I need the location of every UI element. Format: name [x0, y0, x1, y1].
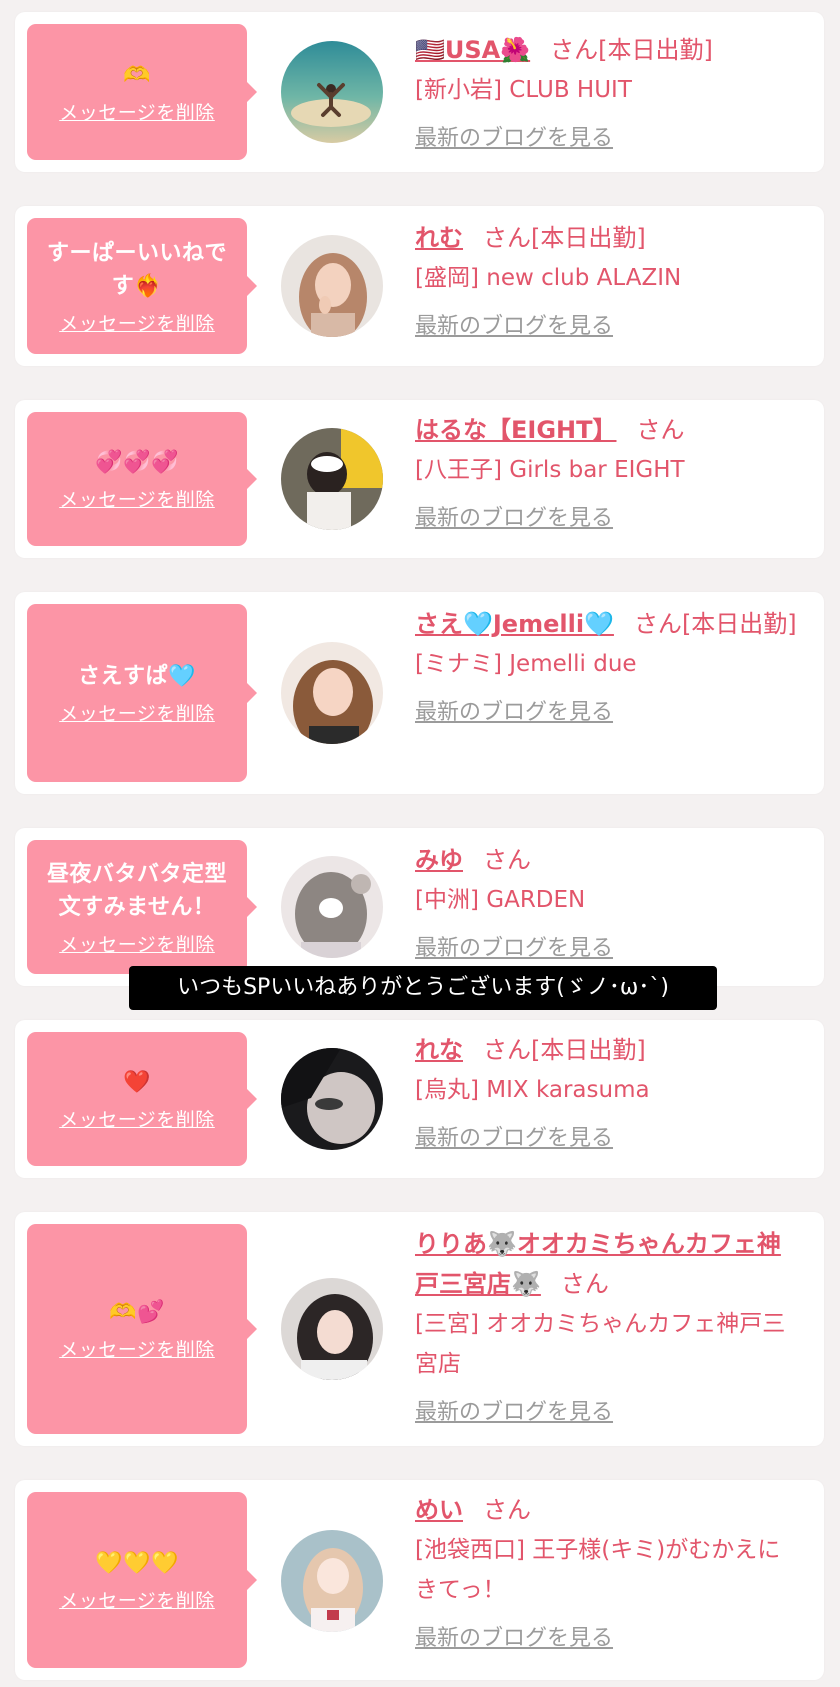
san-label: さん [483, 1036, 531, 1064]
shop-label: [烏丸] MIX karasuma [415, 1077, 650, 1103]
message-text: 🫶 [123, 63, 151, 88]
message-text: 💞💞💞 [95, 450, 179, 475]
user-name-link[interactable]: めい [415, 1496, 463, 1524]
shop-label: [新小岩] CLUB HUIT [415, 77, 632, 103]
caption-overlay: いつもSPいいねありがとうございます(ゞノ･ω･`) [129, 966, 717, 1010]
blog-link[interactable]: 最新のブログを見る [415, 694, 613, 726]
message-bubble: 昼夜バタバタ定型文すみません！ メッセージを削除 [27, 840, 257, 974]
delete-message-link[interactable]: メッセージを削除 [59, 485, 215, 512]
user-name-link[interactable]: はるな【EIGHT】 [415, 416, 616, 444]
status-label: [本日出勤] [531, 1036, 646, 1064]
user-info: 🇺🇸USA🌺 さん[本日出勤] [新小岩] CLUB HUIT 最新のブログを見る [415, 30, 800, 152]
avatar[interactable] [281, 428, 383, 530]
list-item: 💞💞💞 メッセージを削除 はるな【EIGHT】 さん [八王子] Girls ba… [15, 400, 824, 558]
avatar[interactable] [281, 642, 383, 744]
san-label: さん [550, 36, 599, 64]
avatar[interactable] [281, 1530, 383, 1632]
delete-message-link[interactable]: メッセージを削除 [59, 98, 215, 125]
status-label: [本日出勤] [598, 36, 713, 64]
message-bubble: 💞💞💞 メッセージを削除 [27, 412, 257, 546]
shop-label: [八王子] Girls bar EIGHT [415, 457, 685, 483]
message-text: さえすぱ🩵 [78, 664, 196, 689]
message-text: ❤️ [123, 1070, 151, 1095]
user-info: みゆ さん [中洲] GARDEN 最新のブログを見る [415, 840, 800, 962]
message-bubble: 🫶 メッセージを削除 [27, 24, 257, 160]
avatar[interactable] [281, 235, 383, 337]
list-item: 🫶💕 メッセージを削除 りりあ🐺オオカミちゃんカフェ神戸三宮店🐺 さん [三宮] … [15, 1212, 824, 1446]
shop-label: [中洲] GARDEN [415, 887, 586, 913]
san-label: さん [483, 224, 531, 252]
message-text: すーぱーいいねです❤️‍🔥 [46, 240, 227, 299]
message-bubble: 💛💛💛 メッセージを削除 [27, 1492, 257, 1668]
list-item: 昼夜バタバタ定型文すみません！ メッセージを削除 みゆ さん [中洲] GARDE… [15, 828, 824, 986]
avatar[interactable] [281, 41, 383, 143]
avatar[interactable] [281, 856, 383, 958]
delete-message-link[interactable]: メッセージを削除 [59, 309, 215, 336]
user-info: りりあ🐺オオカミちゃんカフェ神戸三宮店🐺 さん [三宮] オオカミちゃんカフェ神戸… [415, 1224, 800, 1426]
user-name-link[interactable]: さえ🩵Jemelli🩵 [415, 610, 614, 638]
delete-message-link[interactable]: メッセージを削除 [59, 1105, 215, 1132]
status-label: [本日出勤] [681, 610, 797, 638]
avatar[interactable] [281, 1278, 383, 1380]
user-info: れな さん[本日出勤] [烏丸] MIX karasuma 最新のブログを見る [415, 1030, 800, 1152]
message-bubble: ❤️ メッセージを削除 [27, 1032, 257, 1166]
user-name-link[interactable]: れな [415, 1036, 463, 1064]
delete-message-link[interactable]: メッセージを削除 [59, 930, 215, 957]
list-item: 🫶 メッセージを削除 🇺🇸USA🌺 さん[本日出勤] [新小岩] CLUB HU… [15, 12, 824, 172]
blog-link[interactable]: 最新のブログを見る [415, 500, 613, 532]
list-item: 💛💛💛 メッセージを削除 めい さん [池袋西口] 王子様(キミ)がむかえにきてっ… [15, 1480, 824, 1680]
blog-link[interactable]: 最新のブログを見る [415, 308, 613, 340]
delete-message-link[interactable]: メッセージを削除 [59, 1335, 215, 1362]
user-name-link[interactable]: れむ [415, 224, 463, 252]
user-info: めい さん [池袋西口] 王子様(キミ)がむかえにきてっ！ 最新のブログを見る [415, 1490, 800, 1652]
shop-label: [盛岡] new club ALAZIN [415, 265, 682, 291]
san-label: さん [560, 1270, 609, 1298]
san-label: さん [483, 846, 531, 874]
user-info: れむ さん[本日出勤] [盛岡] new club ALAZIN 最新のブログを見… [415, 218, 800, 340]
list-item: すーぱーいいねです❤️‍🔥 メッセージを削除 れむ さん[本日出勤] [盛岡] n… [15, 206, 824, 366]
blog-link[interactable]: 最新のブログを見る [415, 120, 613, 152]
message-bubble: 🫶💕 メッセージを削除 [27, 1224, 257, 1434]
message-text: 💛💛💛 [95, 1551, 179, 1576]
list-item: ❤️ メッセージを削除 れな さん[本日出勤] [烏丸] MIX karasuma… [15, 1020, 824, 1178]
message-bubble: すーぱーいいねです❤️‍🔥 メッセージを削除 [27, 218, 257, 354]
san-label: さん [483, 1496, 531, 1524]
delete-message-link[interactable]: メッセージを削除 [59, 699, 215, 726]
user-name-link[interactable]: みゆ [415, 846, 463, 874]
shop-label: [池袋西口] 王子様(キミ)がむかえにきてっ！ [415, 1537, 781, 1603]
avatar[interactable] [281, 1048, 383, 1150]
san-label: さん [636, 416, 685, 444]
blog-link[interactable]: 最新のブログを見る [415, 1120, 613, 1152]
message-text: 🫶💕 [109, 1300, 165, 1325]
user-info: さえ🩵Jemelli🩵 さん[本日出勤] [ミナミ] Jemelli due 最新… [415, 604, 800, 726]
shop-label: [三宮] オオカミちゃんカフェ神戸三宮店 [415, 1311, 786, 1377]
shop-label: [ミナミ] Jemelli due [415, 651, 637, 677]
delete-message-link[interactable]: メッセージを削除 [59, 1586, 215, 1613]
san-label: さん [633, 610, 682, 638]
list-item: さえすぱ🩵 メッセージを削除 さえ🩵Jemelli🩵 さん[本日出勤] [ミナミ]… [15, 592, 824, 794]
blog-link[interactable]: 最新のブログを見る [415, 1620, 613, 1652]
blog-link[interactable]: 最新のブログを見る [415, 930, 613, 962]
user-info: はるな【EIGHT】 さん [八王子] Girls bar EIGHT 最新のブロ… [415, 410, 800, 532]
message-bubble: さえすぱ🩵 メッセージを削除 [27, 604, 257, 782]
status-label: [本日出勤] [531, 224, 646, 252]
message-text: 昼夜バタバタ定型文すみません！ [46, 861, 227, 920]
blog-link[interactable]: 最新のブログを見る [415, 1394, 613, 1426]
user-name-link[interactable]: 🇺🇸USA🌺 [415, 36, 530, 64]
